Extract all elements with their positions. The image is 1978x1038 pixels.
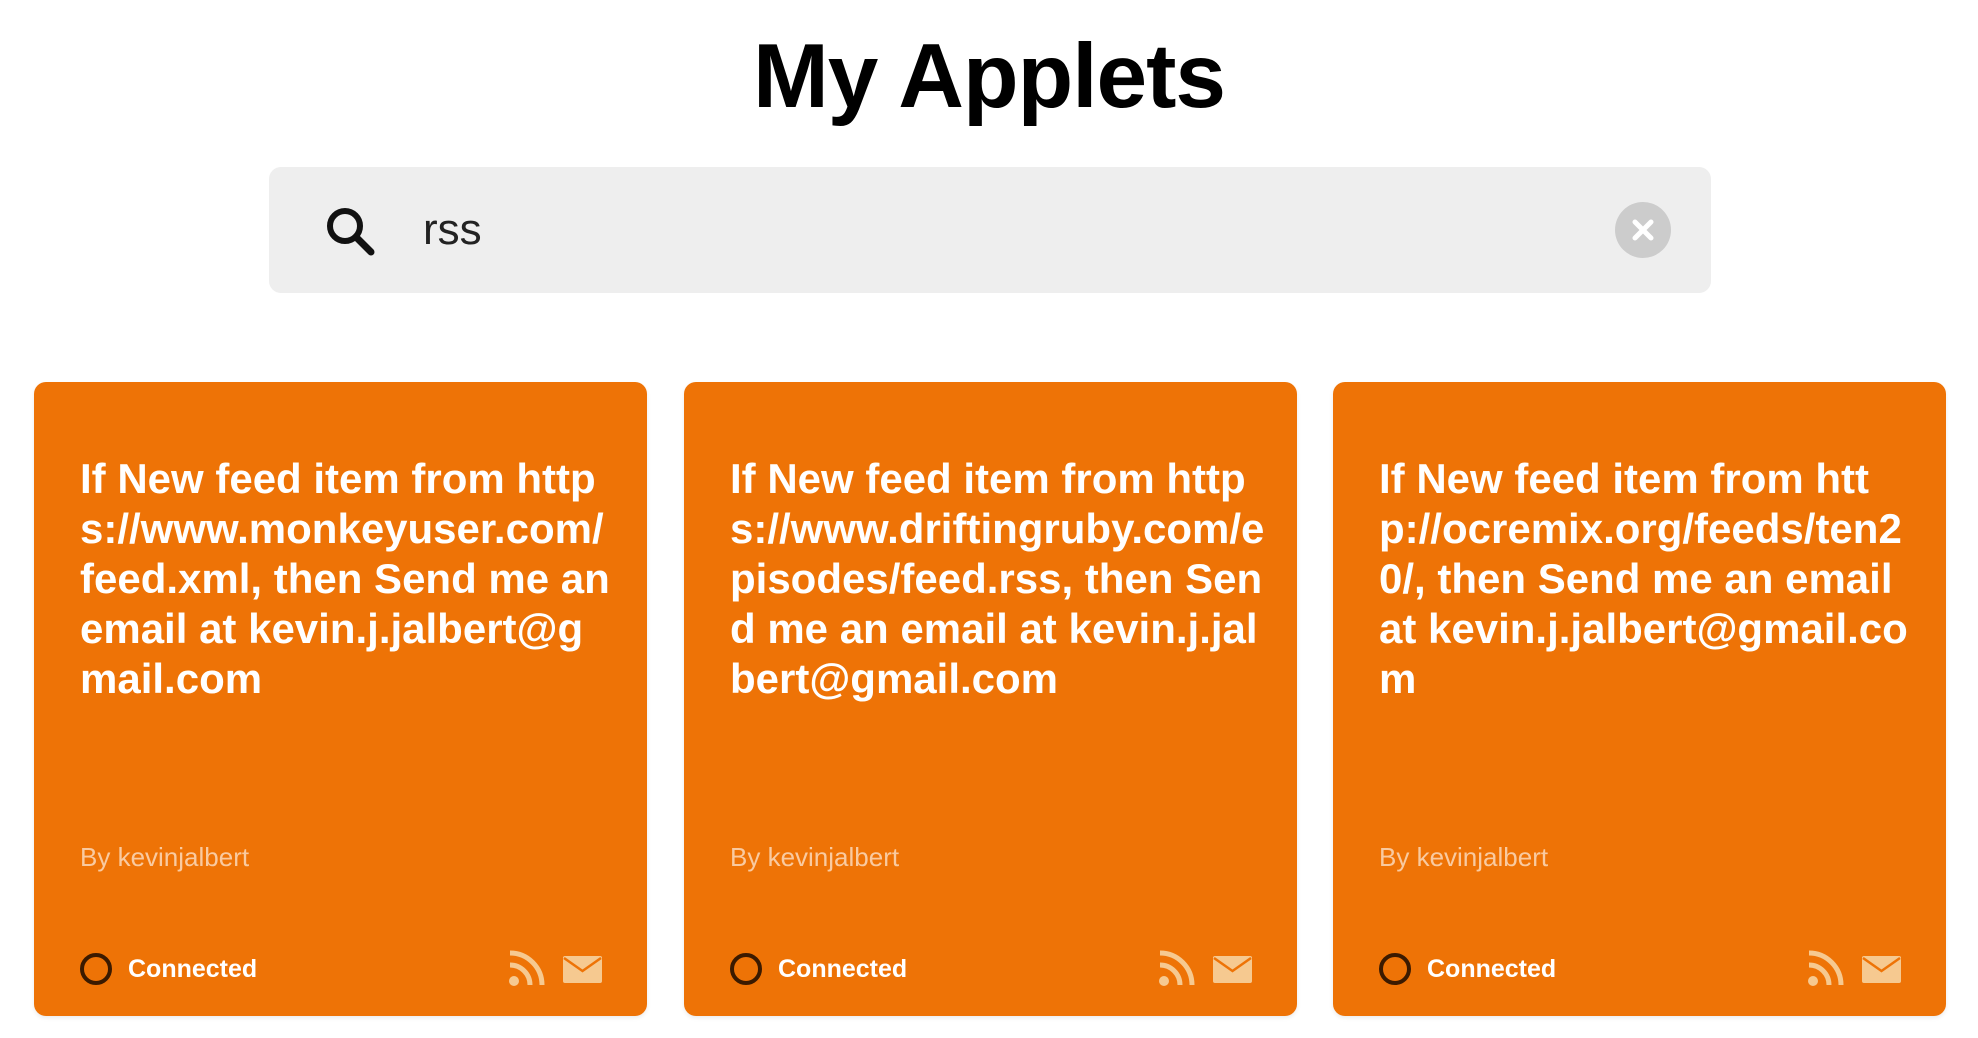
applet-description: If New feed item from http://ocremix.org… — [1379, 455, 1908, 702]
rss-icon — [1159, 950, 1195, 986]
applet-status: Connected — [1379, 952, 1556, 986]
applet-card[interactable]: If New feed item from https://www.monkey… — [34, 382, 647, 1016]
status-label: Connected — [778, 954, 908, 983]
mail-icon — [563, 956, 602, 983]
applet-status: Connected — [80, 952, 257, 986]
status-ring-icon — [730, 953, 762, 985]
applet-author: By kevinjalbert — [1379, 842, 1549, 872]
mail-icon — [1213, 956, 1252, 983]
mail-icon — [1862, 956, 1901, 983]
close-icon — [1632, 219, 1654, 241]
rss-icon — [509, 950, 545, 986]
applet-description: If New feed item from https://www.drifti… — [730, 455, 1265, 702]
status-label: Connected — [128, 954, 258, 983]
applet-grid: If New feed item from https://www.monkey… — [34, 382, 1946, 1016]
service-icons — [1807, 949, 1907, 989]
applet-author: By kevinjalbert — [80, 842, 250, 872]
status-ring-icon — [1379, 953, 1411, 985]
applet-card[interactable]: If New feed item from https://www.drifti… — [684, 382, 1297, 1016]
status-label: Connected — [1427, 954, 1557, 983]
service-icons — [1158, 949, 1258, 989]
rss-icon — [1808, 950, 1844, 986]
applet-description: If New feed item from https://www.monkey… — [80, 455, 610, 702]
applet-status: Connected — [730, 952, 907, 986]
applet-card[interactable]: If New feed item from http://ocremix.org… — [1333, 382, 1946, 1016]
search-icon — [327, 208, 375, 256]
status-ring-icon — [80, 953, 112, 985]
search-bar — [269, 167, 1711, 293]
applet-author: By kevinjalbert — [730, 842, 900, 872]
clear-search-button[interactable] — [1615, 202, 1671, 258]
service-icons — [508, 949, 608, 989]
page-title: My Applets — [752, 26, 1226, 127]
search-input[interactable] — [423, 167, 1573, 293]
